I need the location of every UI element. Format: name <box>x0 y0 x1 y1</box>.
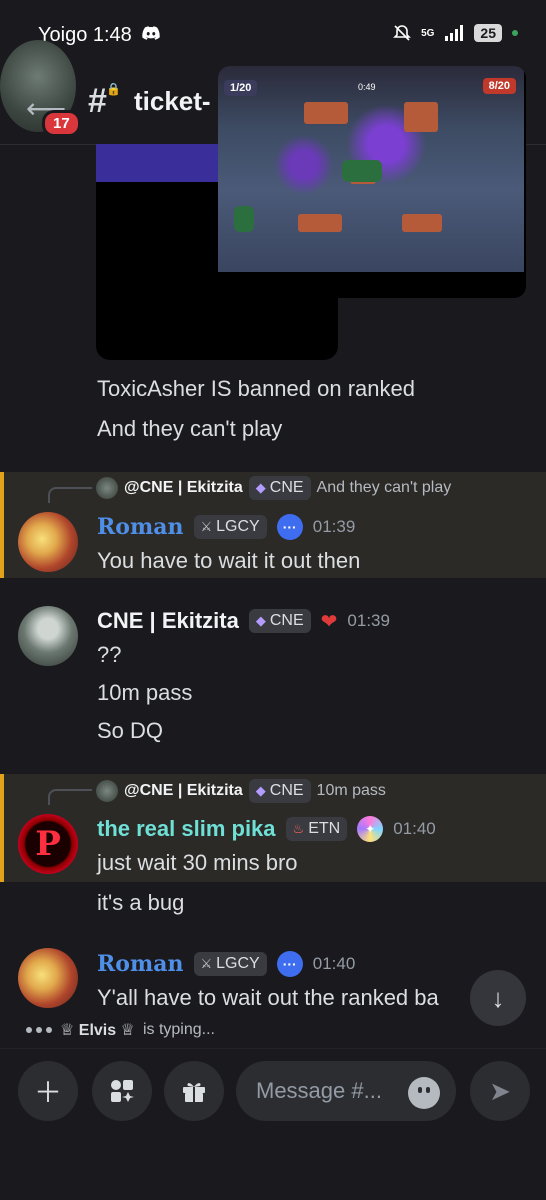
plus-icon: ＋ <box>33 1077 62 1108</box>
message-header: CNE | Ekitzita ◆ CNE ❤ 01:39 <box>97 608 390 634</box>
message-text: And they can't play <box>97 416 283 441</box>
role-tag: ⚔ LGCY <box>193 515 267 539</box>
message-text: So DQ <box>97 718 164 743</box>
timestamp: 01:39 <box>312 517 356 536</box>
reply-avatar <box>96 780 118 802</box>
game-wall <box>298 214 342 232</box>
message-text: You have to wait it out then <box>97 548 361 573</box>
boost-badge-icon: ✦ <box>357 816 384 842</box>
reply-role-tag: ◆ CNE <box>248 779 311 803</box>
more-badge-icon: ··· <box>276 951 303 977</box>
message-text: it's a bug <box>97 890 185 915</box>
avatar[interactable] <box>18 606 78 666</box>
timestamp: 01:40 <box>393 819 436 838</box>
privacy-dot <box>512 30 518 36</box>
role-tag-label: LGCY <box>216 518 260 535</box>
typing-suffix: is typing... <box>142 1021 215 1038</box>
more-badge-icon: ··· <box>276 514 303 540</box>
apps-button[interactable] <box>92 1061 152 1121</box>
sword-icon: ⚔ <box>200 519 213 534</box>
message-text: ToxicAsher IS banned on ranked <box>97 376 415 401</box>
embed-image-fragment <box>96 144 218 182</box>
gem-icon: ◆ <box>255 783 266 798</box>
hearts-badge-icon: ❤ <box>320 610 338 633</box>
sword-icon: ⚔ <box>200 956 213 971</box>
reply-avatar <box>96 477 118 499</box>
role-tag: ◆ CNE <box>248 609 311 633</box>
message-composer: ＋ Message #... ➤ <box>0 1048 546 1200</box>
game-wall <box>304 102 348 124</box>
emoji-icon[interactable] <box>408 1077 440 1109</box>
unread-badge: 17 <box>42 110 81 137</box>
role-tag-label: ETN <box>308 820 341 837</box>
reply-author: @CNE | Ekitzita <box>124 479 243 496</box>
pip-video-overlay[interactable]: 1/20 0:49 8/20 <box>218 66 526 298</box>
gem-icon: ◆ <box>255 480 266 495</box>
pip-score-left: 1/20 <box>224 80 258 96</box>
game-wall <box>404 102 438 132</box>
lock-icon: 🔒 <box>106 82 121 96</box>
signal-icon <box>445 25 464 41</box>
reply-tag-label: CNE <box>269 479 304 496</box>
gem-icon: ◆ <box>255 613 266 628</box>
apps-icon <box>111 1080 134 1102</box>
game-bush <box>234 206 254 232</box>
message-header: Roman ⚔ LGCY ··· 01:39 <box>97 514 355 540</box>
game-wall <box>402 214 442 232</box>
arrow-down-icon: ↓ <box>491 982 505 1013</box>
author-name[interactable]: Roman <box>97 514 184 540</box>
avatar-letter-p: P <box>35 824 61 864</box>
author-name[interactable]: CNE | Ekitzita <box>97 608 239 634</box>
reply-text: 10m pass <box>316 782 386 799</box>
avatar[interactable] <box>18 512 78 572</box>
flame-icon: ♨ <box>292 821 305 836</box>
message-placeholder: Message #... <box>256 1078 382 1103</box>
message-header: the real slim pika ♨ ETN ✦ 01:40 <box>97 816 436 842</box>
send-icon: ➤ <box>489 1075 511 1106</box>
author-name[interactable]: the real slim pika <box>97 816 276 842</box>
role-tag: ♨ ETN <box>285 817 348 841</box>
message-text: just wait 30 mins bro <box>97 850 298 875</box>
add-attachment-button[interactable]: ＋ <box>18 1061 78 1121</box>
reply-tag-label: CNE <box>269 782 304 799</box>
channel-hash-icon: # <box>88 82 107 120</box>
game-screenshot <box>218 66 524 272</box>
message-header: Roman ⚔ LGCY ··· 01:40 <box>97 951 355 977</box>
pip-score-right: 8/20 <box>482 78 516 94</box>
avatar[interactable]: P <box>18 814 78 874</box>
game-bush <box>342 160 382 182</box>
message-text: 10m pass <box>97 680 193 705</box>
reply-connector <box>48 487 92 503</box>
discord-icon <box>142 26 160 40</box>
author-name[interactable]: Roman <box>97 951 184 977</box>
typing-dots-icon <box>26 1027 52 1033</box>
reply-preview[interactable]: @CNE | Ekitzita ◆ CNE And they can't play <box>96 476 451 500</box>
reply-preview[interactable]: @CNE | Ekitzita ◆ CNE 10m pass <box>96 779 386 803</box>
scroll-to-bottom-button[interactable]: ↓ <box>470 970 526 1026</box>
channel-title[interactable]: ticket- <box>134 86 211 117</box>
role-tag-label: LGCY <box>216 955 260 972</box>
message-text: Y'all have to wait out the ranked ba <box>97 985 439 1010</box>
message-text: ?? <box>97 642 122 667</box>
typing-indicator: ♕ Elvis ♕ is typing... <box>26 1020 215 1040</box>
reply-author: @CNE | Ekitzita <box>124 782 243 799</box>
timestamp: 01:40 <box>312 954 356 973</box>
gift-icon <box>183 1083 205 1102</box>
reply-text: And they can't play <box>316 479 452 496</box>
pip-timer: 0:49 <box>358 82 376 92</box>
reply-connector <box>48 789 92 805</box>
network-label: 5G <box>421 27 435 39</box>
role-tag-label: CNE <box>269 612 304 629</box>
timestamp: 01:39 <box>347 611 390 630</box>
avatar[interactable] <box>18 948 78 1008</box>
reply-role-tag: ◆ CNE <box>248 476 311 500</box>
send-button[interactable]: ➤ <box>470 1061 530 1121</box>
typing-user: ♕ Elvis ♕ <box>60 1022 135 1039</box>
role-tag: ⚔ LGCY <box>193 952 267 976</box>
gift-button[interactable] <box>164 1061 224 1121</box>
